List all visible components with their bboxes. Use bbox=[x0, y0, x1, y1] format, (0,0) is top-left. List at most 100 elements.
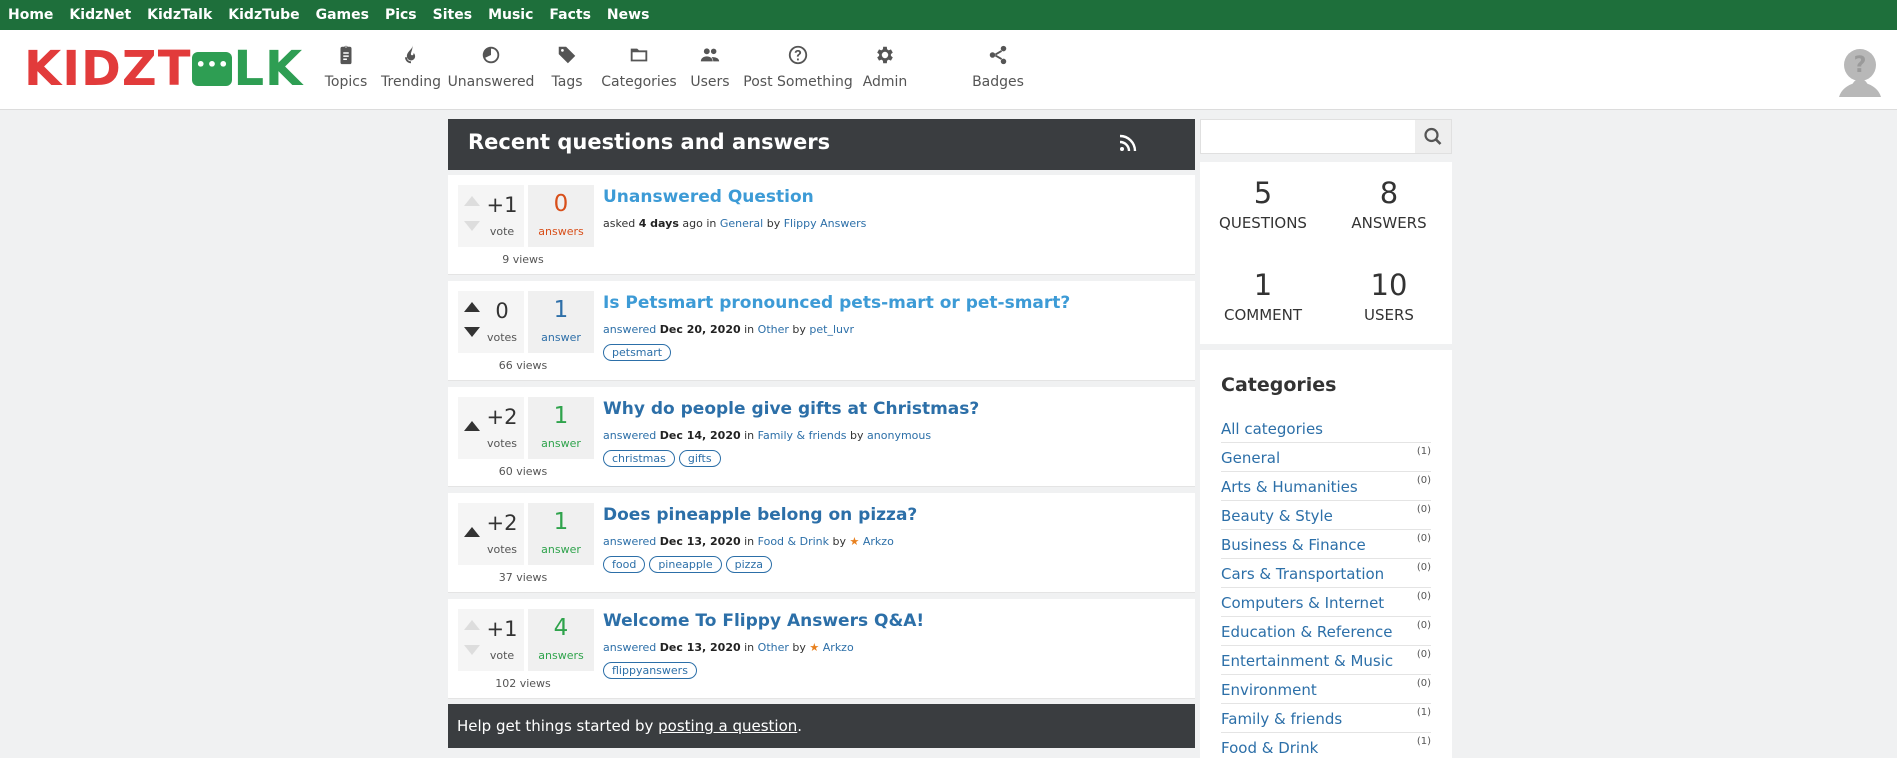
vote-down-button[interactable] bbox=[464, 645, 480, 655]
user-link[interactable]: Arkzo bbox=[863, 535, 894, 548]
topnav-kidznet[interactable]: KidzNet bbox=[69, 7, 131, 23]
nav-trending[interactable]: Trending bbox=[381, 44, 441, 104]
category-link-all[interactable]: All categories bbox=[1221, 420, 1323, 438]
question-item: 0 votes 1 answer 66 views Is Petsmart pr… bbox=[448, 281, 1195, 381]
vote-up-button[interactable] bbox=[464, 527, 480, 537]
answer-label: answers bbox=[538, 225, 584, 238]
nav-tags[interactable]: Tags bbox=[547, 44, 587, 104]
vote-up-button[interactable] bbox=[464, 196, 480, 206]
unanswered-icon bbox=[482, 46, 500, 64]
star-icon: ★ bbox=[809, 641, 820, 654]
post-question-link[interactable]: posting a question bbox=[658, 717, 797, 735]
topnav-kidztalk[interactable]: KidzTalk bbox=[147, 7, 212, 23]
nav-unanswered[interactable]: Unanswered bbox=[448, 44, 534, 104]
category-link-education[interactable]: Education & Reference bbox=[1221, 623, 1392, 641]
tag-gifts[interactable]: gifts bbox=[678, 450, 721, 467]
category-link-food[interactable]: Food & Drink bbox=[1221, 739, 1318, 757]
user-link[interactable]: Arkzo bbox=[823, 641, 854, 654]
recent-questions-header: Recent questions and answers bbox=[448, 119, 1195, 170]
vote-box: +1 vote bbox=[458, 185, 524, 247]
category-link-environment[interactable]: Environment bbox=[1221, 681, 1317, 699]
nav-badges[interactable]: Badges bbox=[972, 44, 1024, 104]
meta-action-link[interactable]: answered bbox=[603, 323, 656, 336]
category-link-beauty[interactable]: Beauty & Style bbox=[1221, 507, 1333, 525]
vote-up-button[interactable] bbox=[464, 620, 480, 630]
search-button[interactable] bbox=[1415, 120, 1451, 153]
stat-label: ANSWERS bbox=[1351, 214, 1427, 232]
nav-topics[interactable]: Topics bbox=[325, 44, 367, 104]
meta-action-link[interactable]: answered bbox=[603, 429, 656, 442]
category-item: Arts & Humanities (0) bbox=[1221, 472, 1431, 501]
topnav-home[interactable]: Home bbox=[8, 7, 53, 23]
nav-post-something[interactable]: Post Something bbox=[743, 44, 853, 104]
user-link[interactable]: pet_luvr bbox=[809, 323, 854, 336]
rss-icon[interactable] bbox=[1119, 134, 1137, 152]
nav-label: Users bbox=[690, 74, 730, 90]
meta-in: in bbox=[744, 323, 755, 336]
users-icon bbox=[700, 48, 720, 62]
user-link[interactable]: anonymous bbox=[867, 429, 931, 442]
category-link-business[interactable]: Business & Finance bbox=[1221, 536, 1366, 554]
vote-down-button[interactable] bbox=[464, 221, 480, 231]
category-link[interactable]: Family & friends bbox=[758, 429, 847, 442]
tag-christmas[interactable]: christmas bbox=[603, 450, 675, 467]
nav-categories[interactable]: Categories bbox=[601, 44, 677, 104]
tag-petsmart[interactable]: petsmart bbox=[603, 344, 672, 361]
question-title-link[interactable]: Is Petsmart pronounced pets-mart or pet-… bbox=[603, 293, 1070, 313]
kidztalk-logo[interactable]: KIDZT LK bbox=[24, 45, 303, 93]
question-item: +1 vote 4 answers 102 views Welcome To F… bbox=[448, 599, 1195, 699]
tag-pizza[interactable]: pizza bbox=[725, 556, 772, 573]
search-icon bbox=[1424, 127, 1442, 145]
vote-up-button[interactable] bbox=[464, 421, 480, 431]
category-link[interactable]: Other bbox=[758, 641, 789, 654]
user-avatar[interactable]: ? bbox=[1833, 43, 1887, 97]
tag-flippyanswers[interactable]: flippyanswers bbox=[603, 662, 697, 679]
category-link-cars[interactable]: Cars & Transportation bbox=[1221, 565, 1384, 583]
topnav-sites[interactable]: Sites bbox=[433, 7, 472, 23]
page-title: Recent questions and answers bbox=[468, 130, 831, 154]
category-link[interactable]: Food & Drink bbox=[758, 535, 829, 548]
category-count: (0) bbox=[1416, 620, 1431, 631]
category-link-computers[interactable]: Computers & Internet bbox=[1221, 594, 1384, 612]
question-title-link[interactable]: Does pineapple belong on pizza? bbox=[603, 505, 917, 525]
tag-pineapple[interactable]: pineapple bbox=[649, 556, 722, 573]
category-link-family[interactable]: Family & friends bbox=[1221, 710, 1342, 728]
topnav-facts[interactable]: Facts bbox=[549, 7, 591, 23]
question-title-link[interactable]: Unanswered Question bbox=[603, 187, 814, 207]
topnav-music[interactable]: Music bbox=[488, 7, 533, 23]
topnav-kidztube[interactable]: KidzTube bbox=[228, 7, 299, 23]
category-item: General (1) bbox=[1221, 443, 1431, 472]
category-link-entertainment[interactable]: Entertainment & Music bbox=[1221, 652, 1393, 670]
star-icon: ★ bbox=[849, 535, 860, 548]
vote-down-button[interactable] bbox=[464, 327, 480, 337]
category-item: Cars & Transportation (0) bbox=[1221, 559, 1431, 588]
user-link[interactable]: Flippy Answers bbox=[784, 217, 867, 230]
nav-users[interactable]: Users bbox=[690, 44, 730, 104]
tag-food[interactable]: food bbox=[603, 556, 646, 573]
category-item: Beauty & Style (0) bbox=[1221, 501, 1431, 530]
category-link-arts[interactable]: Arts & Humanities bbox=[1221, 478, 1358, 496]
topnav-games[interactable]: Games bbox=[316, 7, 369, 23]
search-input[interactable] bbox=[1201, 120, 1417, 153]
vote-up-button[interactable] bbox=[464, 302, 480, 312]
topnav-news[interactable]: News bbox=[607, 7, 649, 23]
category-link[interactable]: General bbox=[720, 217, 763, 230]
nav-admin[interactable]: Admin bbox=[863, 44, 907, 104]
category-link-general[interactable]: General bbox=[1221, 449, 1280, 467]
category-count: (0) bbox=[1416, 475, 1431, 486]
meta-in: in bbox=[706, 217, 717, 230]
meta-in: in bbox=[744, 429, 755, 442]
category-link[interactable]: Other bbox=[758, 323, 789, 336]
meta-action-link[interactable]: answered bbox=[603, 535, 656, 548]
question-title-link[interactable]: Welcome To Flippy Answers Q&A! bbox=[603, 611, 924, 631]
meta-by: by bbox=[832, 535, 847, 548]
question-title-link[interactable]: Why do people give gifts at Christmas? bbox=[603, 399, 979, 419]
meta-action-link[interactable]: answered bbox=[603, 641, 656, 654]
view-count: 60 views bbox=[498, 465, 548, 478]
vote-box: +1 vote bbox=[458, 609, 524, 671]
tag-icon bbox=[558, 46, 576, 64]
vote-box: +2 votes bbox=[458, 397, 524, 459]
answer-count: 4 bbox=[553, 615, 569, 641]
category-item: Education & Reference (0) bbox=[1221, 617, 1431, 646]
topnav-pics[interactable]: Pics bbox=[385, 7, 417, 23]
